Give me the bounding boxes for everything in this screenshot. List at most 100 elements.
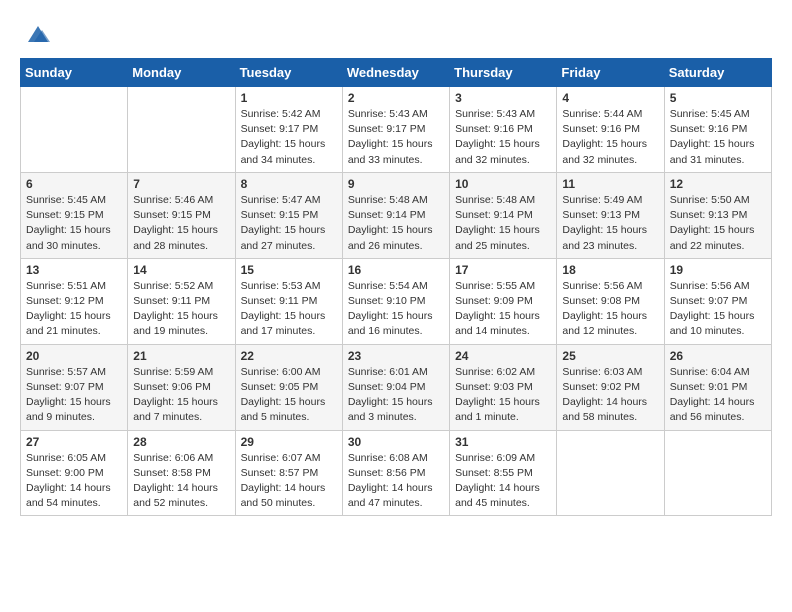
day-number: 6 bbox=[26, 177, 122, 191]
calendar-cell bbox=[557, 430, 664, 516]
calendar-cell bbox=[21, 87, 128, 173]
day-info: Sunrise: 5:56 AM Sunset: 9:07 PM Dayligh… bbox=[670, 279, 766, 340]
day-info: Sunrise: 6:01 AM Sunset: 9:04 PM Dayligh… bbox=[348, 365, 444, 426]
day-number: 16 bbox=[348, 263, 444, 277]
day-info: Sunrise: 5:47 AM Sunset: 9:15 PM Dayligh… bbox=[241, 193, 337, 254]
day-info: Sunrise: 5:45 AM Sunset: 9:15 PM Dayligh… bbox=[26, 193, 122, 254]
day-number: 30 bbox=[348, 435, 444, 449]
calendar-cell: 27Sunrise: 6:05 AM Sunset: 9:00 PM Dayli… bbox=[21, 430, 128, 516]
calendar-cell: 29 Sunrise: 6:07 AM Sunset: 8:57 PM Dayli… bbox=[235, 430, 342, 516]
calendar-cell: 22 Sunrise: 6:00 AM Sunset: 9:05 PM Dayli… bbox=[235, 344, 342, 430]
day-number: 1 bbox=[241, 91, 337, 105]
day-info: Sunrise: 6:00 AM Sunset: 9:05 PM Dayligh… bbox=[241, 365, 337, 426]
calendar-week-row: 27Sunrise: 6:05 AM Sunset: 9:00 PM Dayli… bbox=[21, 430, 772, 516]
calendar-cell: 3 Sunrise: 5:43 AM Sunset: 9:16 PM Daylig… bbox=[450, 87, 557, 173]
calendar-week-row: 1 Sunrise: 5:42 AM Sunset: 9:17 PM Daylig… bbox=[21, 87, 772, 173]
day-number: 11 bbox=[562, 177, 658, 191]
day-number: 21 bbox=[133, 349, 229, 363]
day-info: Sunrise: 6:02 AM Sunset: 9:03 PM Dayligh… bbox=[455, 365, 551, 426]
day-info: Sunrise: 6:08 AM Sunset: 8:56 PM Dayligh… bbox=[348, 451, 444, 512]
calendar-week-row: 6 Sunrise: 5:45 AM Sunset: 9:15 PM Daylig… bbox=[21, 172, 772, 258]
day-number: 10 bbox=[455, 177, 551, 191]
logo-icon bbox=[24, 20, 52, 48]
day-number: 13 bbox=[26, 263, 122, 277]
day-info: Sunrise: 5:52 AM Sunset: 9:11 PM Dayligh… bbox=[133, 279, 229, 340]
day-info: Sunrise: 5:48 AM Sunset: 9:14 PM Dayligh… bbox=[348, 193, 444, 254]
calendar-cell: 25Sunrise: 6:03 AM Sunset: 9:02 PM Dayli… bbox=[557, 344, 664, 430]
day-info: Sunrise: 5:54 AM Sunset: 9:10 PM Dayligh… bbox=[348, 279, 444, 340]
day-info: Sunrise: 5:44 AM Sunset: 9:16 PM Dayligh… bbox=[562, 107, 658, 168]
day-number: 24 bbox=[455, 349, 551, 363]
calendar-cell: 5 Sunrise: 5:45 AM Sunset: 9:16 PM Daylig… bbox=[664, 87, 771, 173]
calendar-cell: 23 Sunrise: 6:01 AM Sunset: 9:04 PM Dayli… bbox=[342, 344, 449, 430]
day-number: 2 bbox=[348, 91, 444, 105]
day-info: Sunrise: 5:43 AM Sunset: 9:16 PM Dayligh… bbox=[455, 107, 551, 168]
day-info: Sunrise: 5:43 AM Sunset: 9:17 PM Dayligh… bbox=[348, 107, 444, 168]
calendar-cell: 7 Sunrise: 5:46 AM Sunset: 9:15 PM Daylig… bbox=[128, 172, 235, 258]
day-number: 19 bbox=[670, 263, 766, 277]
day-info: Sunrise: 6:04 AM Sunset: 9:01 PM Dayligh… bbox=[670, 365, 766, 426]
calendar-cell: 16 Sunrise: 5:54 AM Sunset: 9:10 PM Dayli… bbox=[342, 258, 449, 344]
calendar-cell: 31Sunrise: 6:09 AM Sunset: 8:55 PM Dayli… bbox=[450, 430, 557, 516]
day-info: Sunrise: 5:53 AM Sunset: 9:11 PM Dayligh… bbox=[241, 279, 337, 340]
calendar-week-row: 13 Sunrise: 5:51 AM Sunset: 9:12 PM Dayli… bbox=[21, 258, 772, 344]
day-info: Sunrise: 5:55 AM Sunset: 9:09 PM Dayligh… bbox=[455, 279, 551, 340]
calendar-cell bbox=[664, 430, 771, 516]
column-header-tuesday: Tuesday bbox=[235, 59, 342, 87]
day-number: 20 bbox=[26, 349, 122, 363]
day-number: 28 bbox=[133, 435, 229, 449]
calendar-cell: 8Sunrise: 5:47 AM Sunset: 9:15 PM Daylig… bbox=[235, 172, 342, 258]
day-info: Sunrise: 5:49 AM Sunset: 9:13 PM Dayligh… bbox=[562, 193, 658, 254]
day-number: 7 bbox=[133, 177, 229, 191]
calendar-header-row: SundayMondayTuesdayWednesdayThursdayFrid… bbox=[21, 59, 772, 87]
day-info: Sunrise: 6:06 AM Sunset: 8:58 PM Dayligh… bbox=[133, 451, 229, 512]
day-number: 15 bbox=[241, 263, 337, 277]
day-info: Sunrise: 6:07 AM Sunset: 8:57 PM Dayligh… bbox=[241, 451, 337, 512]
day-number: 14 bbox=[133, 263, 229, 277]
calendar-cell: 24 Sunrise: 6:02 AM Sunset: 9:03 PM Dayli… bbox=[450, 344, 557, 430]
calendar-cell: 21 Sunrise: 5:59 AM Sunset: 9:06 PM Dayli… bbox=[128, 344, 235, 430]
calendar-table: SundayMondayTuesdayWednesdayThursdayFrid… bbox=[20, 58, 772, 516]
calendar-cell: 30 Sunrise: 6:08 AM Sunset: 8:56 PM Dayli… bbox=[342, 430, 449, 516]
calendar-cell: 15 Sunrise: 5:53 AM Sunset: 9:11 PM Dayli… bbox=[235, 258, 342, 344]
calendar-week-row: 20 Sunrise: 5:57 AM Sunset: 9:07 PM Dayli… bbox=[21, 344, 772, 430]
calendar-cell: 6 Sunrise: 5:45 AM Sunset: 9:15 PM Daylig… bbox=[21, 172, 128, 258]
day-info: Sunrise: 5:50 AM Sunset: 9:13 PM Dayligh… bbox=[670, 193, 766, 254]
calendar-cell: 18 Sunrise: 5:56 AM Sunset: 9:08 PM Dayli… bbox=[557, 258, 664, 344]
day-number: 29 bbox=[241, 435, 337, 449]
column-header-wednesday: Wednesday bbox=[342, 59, 449, 87]
column-header-sunday: Sunday bbox=[21, 59, 128, 87]
day-number: 18 bbox=[562, 263, 658, 277]
day-info: Sunrise: 6:09 AM Sunset: 8:55 PM Dayligh… bbox=[455, 451, 551, 512]
calendar-cell: 28 Sunrise: 6:06 AM Sunset: 8:58 PM Dayli… bbox=[128, 430, 235, 516]
calendar-cell: 9 Sunrise: 5:48 AM Sunset: 9:14 PM Daylig… bbox=[342, 172, 449, 258]
column-header-saturday: Saturday bbox=[664, 59, 771, 87]
day-info: Sunrise: 5:48 AM Sunset: 9:14 PM Dayligh… bbox=[455, 193, 551, 254]
page-header bbox=[20, 20, 772, 48]
day-info: Sunrise: 5:46 AM Sunset: 9:15 PM Dayligh… bbox=[133, 193, 229, 254]
day-number: 9 bbox=[348, 177, 444, 191]
day-info: Sunrise: 5:51 AM Sunset: 9:12 PM Dayligh… bbox=[26, 279, 122, 340]
day-info: Sunrise: 5:57 AM Sunset: 9:07 PM Dayligh… bbox=[26, 365, 122, 426]
column-header-thursday: Thursday bbox=[450, 59, 557, 87]
day-info: Sunrise: 5:59 AM Sunset: 9:06 PM Dayligh… bbox=[133, 365, 229, 426]
calendar-cell bbox=[128, 87, 235, 173]
calendar-cell: 14 Sunrise: 5:52 AM Sunset: 9:11 PM Dayli… bbox=[128, 258, 235, 344]
column-header-monday: Monday bbox=[128, 59, 235, 87]
calendar-cell: 10 Sunrise: 5:48 AM Sunset: 9:14 PM Dayli… bbox=[450, 172, 557, 258]
calendar-cell: 1 Sunrise: 5:42 AM Sunset: 9:17 PM Daylig… bbox=[235, 87, 342, 173]
day-number: 22 bbox=[241, 349, 337, 363]
calendar-cell: 26 Sunrise: 6:04 AM Sunset: 9:01 PM Dayli… bbox=[664, 344, 771, 430]
day-number: 26 bbox=[670, 349, 766, 363]
day-number: 5 bbox=[670, 91, 766, 105]
day-number: 23 bbox=[348, 349, 444, 363]
day-number: 4 bbox=[562, 91, 658, 105]
calendar-cell: 4 Sunrise: 5:44 AM Sunset: 9:16 PM Daylig… bbox=[557, 87, 664, 173]
calendar-cell: 12Sunrise: 5:50 AM Sunset: 9:13 PM Dayli… bbox=[664, 172, 771, 258]
day-info: Sunrise: 5:42 AM Sunset: 9:17 PM Dayligh… bbox=[241, 107, 337, 168]
day-info: Sunrise: 5:56 AM Sunset: 9:08 PM Dayligh… bbox=[562, 279, 658, 340]
calendar-cell: 13 Sunrise: 5:51 AM Sunset: 9:12 PM Dayli… bbox=[21, 258, 128, 344]
day-number: 3 bbox=[455, 91, 551, 105]
day-info: Sunrise: 5:45 AM Sunset: 9:16 PM Dayligh… bbox=[670, 107, 766, 168]
day-info: Sunrise: 6:05 AM Sunset: 9:00 PM Dayligh… bbox=[26, 451, 122, 512]
